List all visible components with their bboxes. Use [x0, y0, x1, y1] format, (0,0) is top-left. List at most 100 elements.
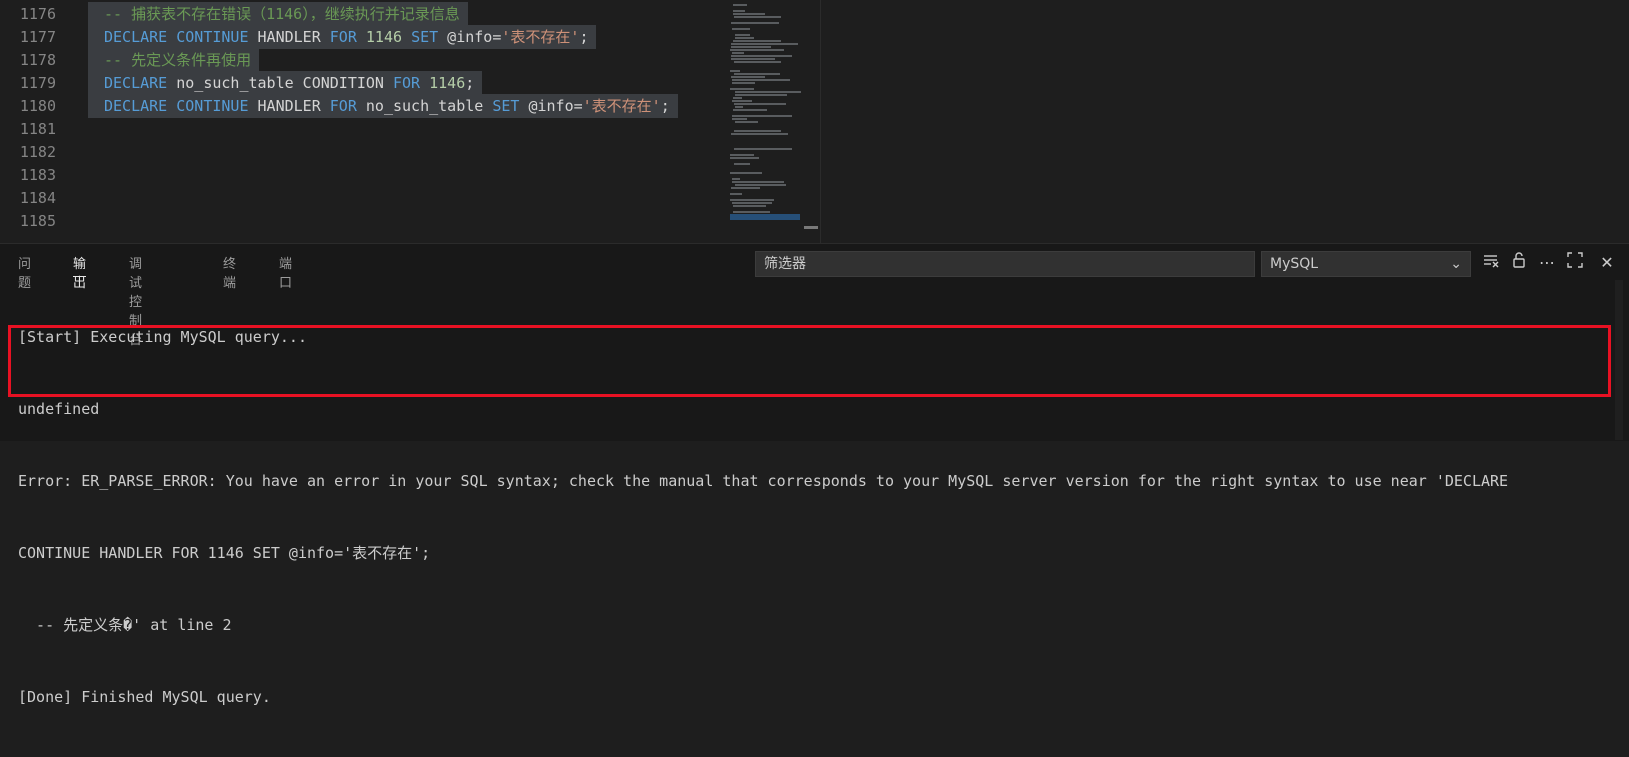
scrollbar-thumb[interactable]: [804, 226, 818, 229]
minimap-line: [732, 100, 752, 102]
minimap-line: [733, 205, 766, 207]
code-token: HANDLER: [248, 28, 330, 46]
line-number: 1183: [19, 166, 56, 184]
minimap-line: [731, 76, 765, 78]
minimap-line: [730, 154, 754, 156]
minimap-line: [732, 181, 784, 183]
code-token: ;: [465, 74, 475, 92]
minimap-line: [732, 28, 750, 30]
minimap-line: [731, 55, 792, 57]
code-token: SET: [492, 97, 520, 115]
output-scrollbar[interactable]: [1615, 280, 1623, 440]
minimap-line: [733, 40, 781, 42]
chevron-down-icon: ⌄: [1450, 256, 1462, 272]
minimap-line: [735, 34, 750, 36]
code-token: -- 先定义条件再使用: [104, 51, 252, 69]
code-token: HANDLER: [248, 97, 330, 115]
minimap-line: [735, 106, 743, 108]
line-number: 1182: [19, 143, 56, 161]
more-icon[interactable]: ⋯: [1536, 251, 1558, 275]
output-channel-select[interactable]: MySQL ⌄: [1261, 251, 1471, 277]
minimap-line: [733, 97, 742, 99]
minimap-line: [730, 49, 784, 51]
code-text: -- 先定义条件再使用: [88, 48, 260, 72]
code-token: ;: [579, 28, 589, 46]
minimap-line: [734, 148, 792, 150]
minimap-line: [732, 52, 744, 54]
bottom-panel: 问题 输出 调试控制台 终端 端口 筛选器 MySQL ⌄ ⋯ ✕ [Start…: [0, 243, 1629, 706]
minimap-line: [730, 157, 759, 159]
minimap-line: [734, 61, 781, 63]
minimap-line: [735, 37, 754, 39]
minimap-line: [731, 43, 798, 45]
line-number: 1180: [19, 97, 56, 115]
clear-output-icon[interactable]: [1480, 251, 1502, 275]
output-line: [Done] Finished MySQL query.: [18, 688, 271, 706]
minimap-line: [732, 118, 747, 120]
minimap-line: [731, 46, 771, 48]
code-token: DECLARE: [104, 74, 168, 92]
code-token: FOR: [393, 74, 421, 92]
minimap-selection: [730, 214, 800, 220]
output-channel-value: MySQL: [1270, 256, 1319, 272]
code-token: @info=: [438, 28, 502, 46]
editor-scrollbar[interactable]: [803, 0, 818, 240]
minimap-line: [730, 172, 762, 174]
minimap-line: [733, 211, 770, 213]
minimap-line: [731, 22, 779, 24]
minimap-line: [732, 82, 755, 84]
minimap-line: [734, 16, 781, 18]
line-number: 1184: [19, 189, 56, 207]
minimap-line: [732, 79, 790, 81]
code-token: ;: [660, 97, 670, 115]
minimap-line: [732, 202, 772, 204]
minimap-line: [731, 58, 775, 60]
code-token: 1146: [429, 74, 466, 92]
minimap-line: [730, 88, 754, 90]
code-text: -- 捕获表不存在错误（1146），继续执行并记录信息: [88, 2, 468, 26]
code-editor[interactable]: 1176 -- 捕获表不存在错误（1146），继续执行并记录信息 1177 DECLA…: [0, 0, 1629, 243]
minimap-line: [732, 115, 792, 117]
minimap-line: [732, 178, 740, 180]
output-line-error: -- 先定义条�' at line 2: [18, 616, 232, 634]
minimap-line: [734, 73, 780, 75]
minimap-line: [735, 184, 786, 186]
close-icon[interactable]: ✕: [1596, 251, 1618, 275]
lock-icon[interactable]: [1508, 251, 1530, 275]
minimap-line: [730, 199, 774, 201]
minimap-line: [735, 94, 787, 96]
output-line: undefined: [18, 400, 100, 418]
line-number: 1178: [19, 51, 56, 69]
minimap-line: [735, 121, 758, 123]
minimap-line: [734, 103, 786, 105]
line-number: 1177: [19, 28, 56, 46]
line-number: 1176: [19, 5, 56, 23]
code-token: -- 捕获表不存在错误（1146），继续执行并记录信息: [104, 5, 460, 23]
minimap-line: [730, 70, 740, 72]
code-token: @info=: [519, 97, 583, 115]
minimap-line: [733, 4, 747, 6]
code-token: 1146: [365, 28, 403, 46]
code-token: CONTINUE: [176, 97, 249, 115]
filter-input[interactable]: 筛选器: [755, 251, 1255, 277]
output-line-error: Error: ER_PARSE_ERROR: You have an error…: [18, 472, 1509, 490]
minimap-line: [733, 13, 765, 15]
minimap-line: [735, 91, 801, 93]
code-token: '表不存在': [501, 28, 580, 46]
code-text: DECLARE CONTINUE HANDLER FOR no_such_tab…: [88, 94, 678, 118]
editor-divider: [820, 0, 821, 243]
code-token: no_such_table CONDITION: [167, 74, 393, 92]
minimap-line: [733, 10, 745, 12]
output-line-error: CONTINUE HANDLER FOR 1146 SET @info='表不存…: [18, 544, 431, 562]
code-token: FOR: [329, 97, 357, 115]
code-token: DECLARE: [104, 28, 168, 46]
line-number: 1181: [19, 120, 56, 138]
code-token: no_such_table: [356, 97, 493, 115]
line-number: 1179: [19, 74, 56, 92]
code-token: SET: [411, 28, 439, 46]
maximize-icon[interactable]: [1564, 251, 1586, 275]
